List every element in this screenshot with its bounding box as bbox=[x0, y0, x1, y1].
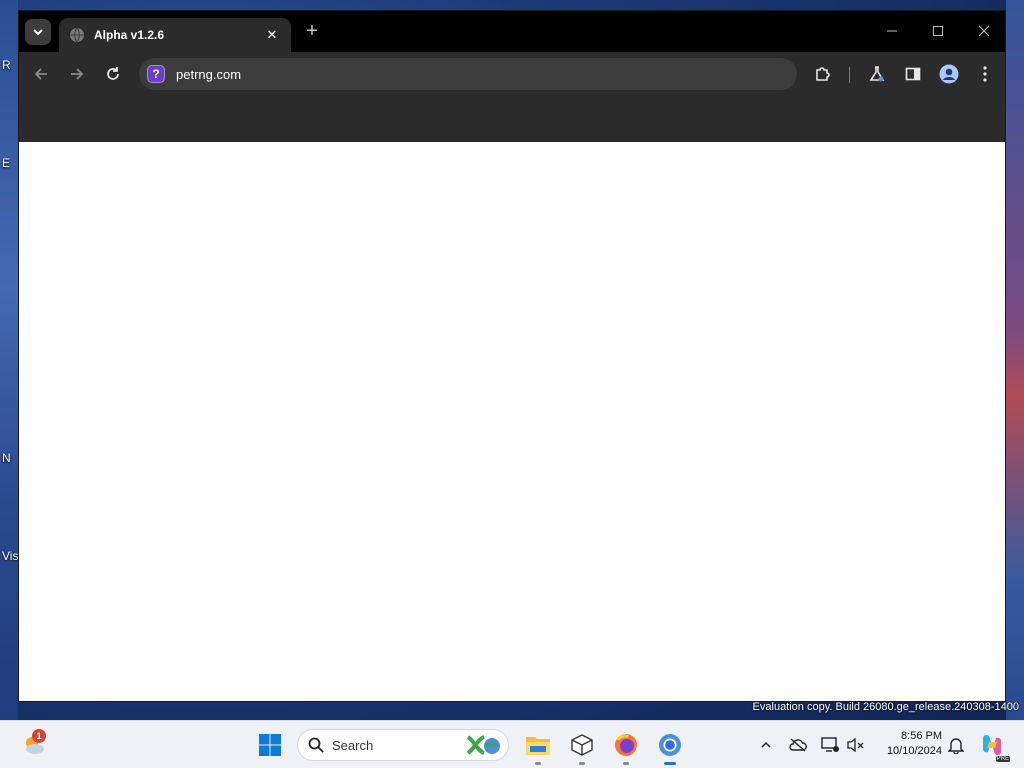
reload-icon bbox=[107, 67, 119, 80]
flask-icon bbox=[869, 66, 885, 82]
desktop-background-left bbox=[0, 0, 18, 720]
box-icon bbox=[571, 734, 593, 756]
network-icon bbox=[821, 737, 839, 752]
url-text[interactable]: petrng.com bbox=[176, 67, 241, 82]
arrow-right-icon bbox=[71, 68, 84, 80]
bell-icon bbox=[948, 738, 964, 754]
copilot-button[interactable]: PRE bbox=[976, 729, 1010, 762]
labs-button[interactable] bbox=[865, 62, 889, 86]
site-info-icon[interactable]: ? bbox=[147, 65, 165, 83]
menu-button[interactable] bbox=[973, 62, 997, 86]
tab-active[interactable]: Alpha v1.2.6 ✕ bbox=[59, 18, 291, 52]
clock-time: 8:56 PM bbox=[901, 730, 942, 742]
evaluation-watermark: Evaluation copy. Build 26080.ge_release.… bbox=[752, 701, 1019, 713]
windows-icon bbox=[259, 734, 281, 756]
search-icon bbox=[308, 737, 324, 753]
close-window-button[interactable] bbox=[969, 19, 999, 43]
pre-badge: PRE bbox=[995, 756, 1010, 762]
taskbar-file-explorer[interactable] bbox=[522, 729, 554, 765]
copilot-icon bbox=[983, 734, 1001, 756]
desktop-icon-label[interactable]: N bbox=[2, 451, 11, 465]
side-panel-button[interactable] bbox=[901, 62, 925, 86]
puzzle-icon bbox=[816, 67, 830, 81]
running-indicator bbox=[579, 762, 585, 765]
globe-icon bbox=[69, 27, 85, 43]
volume-tray[interactable] bbox=[840, 729, 872, 761]
folder-icon bbox=[526, 737, 550, 755]
chevron-down-icon bbox=[33, 29, 43, 36]
start-button[interactable] bbox=[254, 729, 286, 761]
toolbar-divider bbox=[849, 67, 850, 83]
reload-button[interactable] bbox=[101, 62, 125, 86]
forward-button[interactable] bbox=[65, 62, 89, 86]
running-indicator bbox=[535, 762, 541, 765]
volume-muted-icon bbox=[847, 737, 864, 753]
notifications-button[interactable] bbox=[940, 729, 972, 761]
running-indicator bbox=[664, 762, 676, 765]
tab-title: Alpha v1.2.6 bbox=[94, 28, 165, 42]
taskbar-chrome[interactable] bbox=[654, 729, 686, 765]
extensions-button[interactable] bbox=[811, 62, 835, 86]
search-placeholder: Search bbox=[332, 737, 374, 753]
clock-date: 10/10/2024 bbox=[886, 745, 942, 757]
avatar-icon bbox=[939, 64, 959, 84]
page-content[interactable] bbox=[19, 142, 1005, 701]
title-bar: Alpha v1.2.6 ✕ + bbox=[19, 11, 1005, 52]
chevron-up-icon bbox=[761, 741, 771, 748]
arrow-left-icon bbox=[34, 68, 47, 80]
back-button[interactable] bbox=[29, 62, 53, 86]
browser-toolbar: ? petrng.com bbox=[19, 52, 1005, 96]
running-indicator bbox=[623, 762, 629, 765]
side-panel-icon bbox=[905, 67, 921, 81]
taskbar-app-box[interactable] bbox=[566, 729, 598, 765]
onedrive-tray[interactable] bbox=[782, 729, 814, 761]
search-highlight-icon bbox=[466, 735, 500, 755]
desktop-background-right bbox=[1006, 0, 1024, 720]
kebab-menu-icon bbox=[983, 66, 987, 82]
chrome-icon bbox=[659, 734, 681, 756]
maximize-button[interactable] bbox=[923, 19, 953, 43]
new-tab-button[interactable]: + bbox=[301, 21, 323, 43]
weather-badge: 1 bbox=[32, 729, 46, 743]
browser-window: Alpha v1.2.6 ✕ + ? petrng.com bbox=[18, 10, 1006, 702]
tab-close-icon[interactable]: ✕ bbox=[263, 27, 281, 43]
taskbar: Search 8:56 PM 10/10/2024 PRE bbox=[0, 720, 1024, 768]
desktop-icon-label[interactable]: R bbox=[2, 58, 11, 72]
profile-button[interactable] bbox=[937, 62, 961, 86]
address-bar[interactable]: ? petrng.com bbox=[139, 58, 797, 90]
desktop-icon-label[interactable]: E bbox=[2, 156, 10, 170]
desktop-icon-label[interactable]: Vis bbox=[2, 549, 18, 563]
cloud-off-icon bbox=[789, 738, 807, 752]
tab-search-button[interactable] bbox=[25, 19, 51, 45]
taskbar-search[interactable]: Search bbox=[297, 729, 509, 761]
taskbar-firefox[interactable] bbox=[610, 729, 642, 765]
firefox-icon bbox=[615, 734, 637, 756]
bookmarks-bar bbox=[19, 96, 1005, 142]
show-hidden-icons-button[interactable] bbox=[750, 729, 782, 761]
minimize-button[interactable] bbox=[877, 19, 907, 43]
system-clock[interactable]: 8:56 PM 10/10/2024 bbox=[872, 729, 942, 759]
